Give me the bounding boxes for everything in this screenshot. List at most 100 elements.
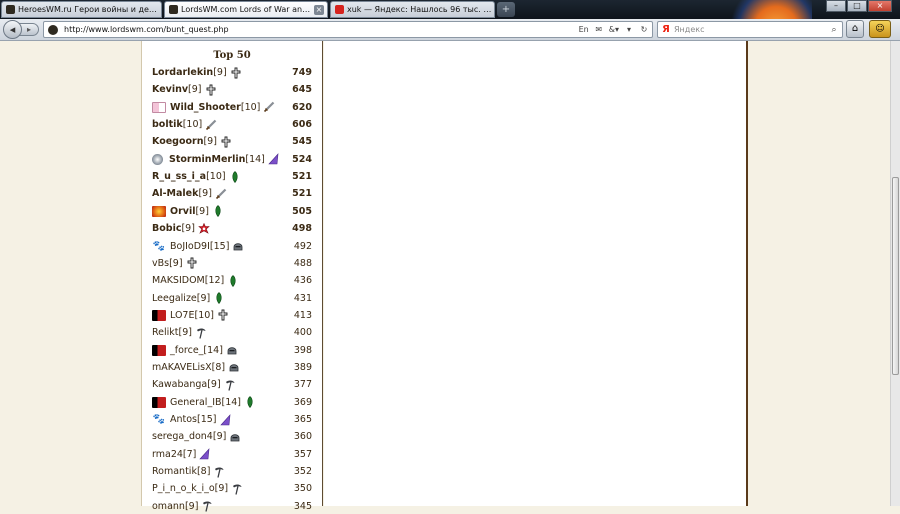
sword-icon [263, 101, 275, 113]
player-level: [9] [169, 257, 183, 269]
tab-label: LordsWM.com Lords of War and Mo... [181, 5, 314, 14]
player-score: 357 [293, 448, 312, 460]
dropdown-icon[interactable]: ▾ [624, 25, 634, 34]
player-score: 365 [293, 414, 312, 425]
tab-heroeswm[interactable]: HeroesWM.ru Герои войны и денег. ... [1, 1, 162, 18]
player-score: 431 [293, 292, 312, 304]
player-score: 360 [293, 431, 312, 443]
site-favicon-icon [48, 24, 58, 35]
leaderboard-row: Leegalize [9] 431 [152, 291, 312, 306]
player-name-link[interactable]: Lordarlekin [152, 67, 213, 78]
player-level: [9] [196, 292, 211, 304]
player-level: [15] [197, 414, 217, 425]
player-name-link[interactable]: omann [152, 501, 185, 512]
minimize-icon[interactable]: – [826, 0, 846, 12]
player-level: [9] [184, 500, 199, 512]
player-name-link[interactable]: Leegalize [152, 293, 197, 304]
player-name-link[interactable]: _force_ [170, 345, 203, 356]
paw-clan-icon[interactable]: 🐾 [152, 241, 166, 252]
player-level: [10] [206, 171, 226, 183]
player-name-link[interactable]: serega_don4 [152, 431, 213, 442]
player-level: [8] [196, 466, 211, 478]
home-button[interactable]: ⌂ [846, 20, 864, 38]
scrollbar-thumb[interactable] [892, 177, 899, 375]
player-name-link[interactable]: BoJIoD9I [170, 241, 210, 252]
player-name-link[interactable]: boltik [152, 119, 183, 130]
new-tab-button[interactable]: + [497, 2, 515, 17]
player-name-link[interactable]: Antos [170, 414, 197, 425]
player-name-link[interactable]: rma24 [152, 449, 183, 460]
player-score: 492 [293, 240, 312, 252]
player-name-link[interactable]: Relikt [152, 327, 179, 338]
player-name-link[interactable]: Romantik [152, 466, 197, 477]
ampersand-icon[interactable]: &▾ [609, 25, 619, 34]
player-score: 369 [293, 396, 312, 408]
back-button[interactable]: ◂ [3, 20, 22, 39]
clan-emblem-icon[interactable] [152, 309, 166, 321]
player-level: [10] [240, 101, 261, 113]
player-score: 400 [293, 327, 312, 339]
player-name-link[interactable]: Wild_Shooter [170, 102, 241, 113]
cross-icon [186, 257, 198, 269]
player-name-link[interactable]: P_i_n_o_k_i_o [152, 483, 215, 494]
reload-icon[interactable]: ↻ [639, 25, 649, 34]
helmet-icon [226, 344, 238, 356]
leaderboard-row: Lordarlekin [9] 749 [152, 65, 312, 80]
language-badge[interactable]: En [579, 25, 589, 34]
paw-clan-icon[interactable]: 🐾 [152, 414, 166, 425]
player-name-link[interactable]: General_IB [170, 397, 222, 408]
address-bar[interactable]: http://www.lordswm.com/bunt_quest.php En… [43, 21, 653, 38]
player-name-link[interactable]: Kevinv [152, 84, 188, 95]
tab-yandex[interactable]: xuk — Яндекс: Нашлось 96 тыс. отв... [330, 1, 495, 18]
vertical-scrollbar[interactable] [890, 41, 900, 506]
player-name-link[interactable]: StorminMerlin [169, 154, 245, 165]
leaderboard-row: vBs [9] 488 [152, 256, 312, 271]
demon-star-icon [198, 222, 210, 235]
player-score: 389 [293, 361, 312, 373]
search-bar[interactable]: Я Яндекс ⌕ [657, 21, 843, 38]
close-tab-icon[interactable]: × [314, 4, 324, 15]
extension-button[interactable]: ☺ [869, 20, 891, 38]
clan-emblem-icon[interactable] [152, 344, 166, 356]
helmet-icon [229, 431, 241, 443]
search-icon[interactable]: ⌕ [828, 25, 840, 35]
forward-button[interactable]: ▸ [19, 23, 39, 36]
clan-emblem-icon[interactable] [152, 205, 166, 217]
clan-emblem-icon[interactable] [152, 101, 166, 113]
back-forward-group: ▸ ◂ [3, 20, 41, 39]
player-name-link[interactable]: Bobic [152, 223, 181, 234]
scythe-icon [231, 483, 243, 495]
player-name-link[interactable]: mAKAVELisX [152, 362, 212, 373]
player-level: [9] [198, 188, 212, 200]
mail-icon[interactable]: ✉ [594, 25, 604, 34]
tab-lordswm[interactable]: LordsWM.com Lords of War and Mo... × [164, 1, 328, 18]
main-panel [324, 41, 748, 506]
maximize-icon[interactable]: □ [847, 0, 867, 12]
player-level: [10] [182, 119, 203, 131]
player-score: 377 [293, 379, 312, 391]
close-window-icon[interactable]: × [868, 0, 892, 12]
clan-emblem-icon[interactable] [152, 396, 166, 408]
player-name-link[interactable]: R_u_ss_i_a [152, 171, 206, 182]
player-level: [12] [204, 275, 225, 287]
leaderboard-row: 🐾 Antos [15] 365 [152, 412, 312, 427]
sword-icon [205, 119, 217, 131]
yandex-icon: Я [662, 23, 670, 35]
clan-emblem-icon[interactable] [152, 153, 163, 165]
leaderboard-row: Al-Malek [9] 521 [152, 186, 312, 201]
tab-strip: HeroesWM.ru Герои войны и денег. ... Lor… [0, 0, 900, 40]
player-score: 645 [292, 84, 312, 96]
player-name-link[interactable]: Kawabanga [152, 379, 207, 390]
player-name-link[interactable]: Orvil [170, 206, 195, 217]
player-name-link[interactable]: Al-Malek [152, 188, 198, 199]
scythe-icon [201, 500, 213, 512]
sword-icon [215, 188, 227, 200]
player-name-link[interactable]: vBs [152, 258, 169, 269]
player-name-link[interactable]: Koegoorn [152, 136, 203, 147]
player-name-link[interactable]: LO7E [170, 310, 194, 321]
player-score: 436 [293, 275, 312, 287]
player-name-link[interactable]: MAKSIDOM [152, 275, 205, 286]
leaderboard-row: Kawabanga [9] 377 [152, 377, 312, 392]
helmet-icon [232, 240, 244, 252]
player-score: 488 [293, 257, 312, 269]
